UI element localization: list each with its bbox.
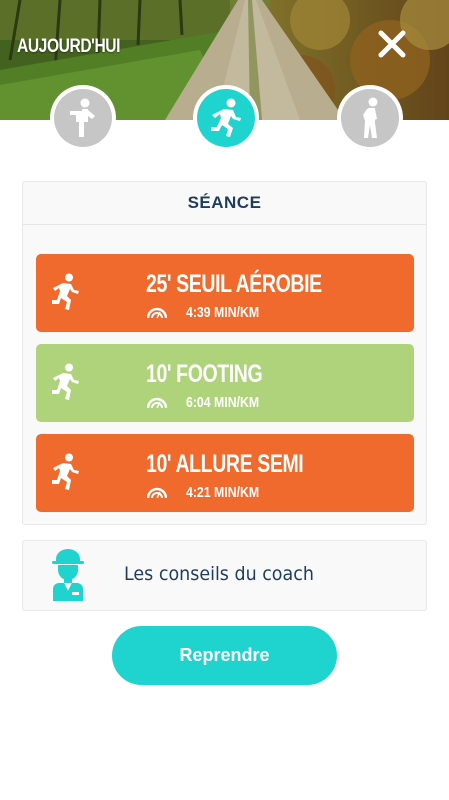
speedometer-icon (147, 487, 167, 499)
session-card: SÉANCE 25' SEUIL AÉROBIE 4:39 MIN/KM 10'… (22, 181, 427, 525)
step-stretching-circle (341, 89, 399, 147)
coach-tips-card[interactable]: Les conseils du coach (22, 540, 427, 611)
runner-icon (52, 453, 79, 490)
running-icon (211, 98, 241, 137)
session-block[interactable]: 10' ALLURE SEMI 4:21 MIN/KM (36, 434, 414, 512)
block-name: 10' ALLURE SEMI (146, 450, 304, 478)
speedometer-icon (147, 307, 167, 319)
step-stretching[interactable] (337, 85, 403, 151)
step-running-circle (197, 89, 255, 147)
session-block[interactable]: 10' FOOTING 6:04 MIN/KM (36, 344, 414, 422)
block-pace: 4:39 MIN/KM (186, 304, 260, 321)
runner-icon (52, 363, 79, 400)
session-title: SÉANCE (23, 182, 426, 225)
page-title: AUJOURD'HUI (17, 36, 121, 57)
block-pace: 6:04 MIN/KM (186, 394, 260, 411)
step-warmup[interactable] (50, 85, 116, 151)
block-name: 25' SEUIL AÉROBIE (146, 270, 322, 298)
coach-icon (52, 549, 84, 601)
close-icon (378, 30, 406, 58)
block-pace: 4:21 MIN/KM (186, 484, 260, 501)
close-button[interactable] (374, 26, 410, 62)
coach-tips-label: Les conseils du coach (124, 563, 314, 585)
step-warmup-circle (54, 89, 112, 147)
block-name: 10' FOOTING (146, 360, 263, 388)
stretching-icon (363, 97, 378, 138)
runner-icon (52, 273, 79, 310)
warmup-icon (70, 98, 95, 137)
session-block[interactable]: 25' SEUIL AÉROBIE 4:39 MIN/KM (36, 254, 414, 332)
step-running[interactable] (193, 85, 259, 151)
speedometer-icon (147, 397, 167, 409)
resume-button[interactable]: Reprendre (112, 626, 337, 685)
